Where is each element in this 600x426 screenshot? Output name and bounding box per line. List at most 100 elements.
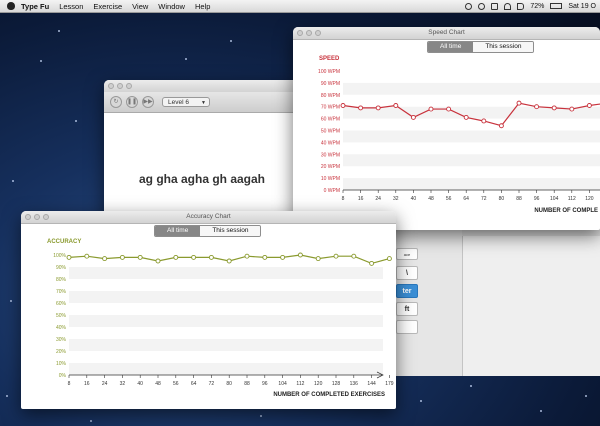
volume-status-icon[interactable] <box>517 2 525 10</box>
y-tick-label: 30% <box>56 337 67 343</box>
y-tick-label: 90 WPM <box>321 81 340 87</box>
speed-chart: 0 WPM 10 WPM 20 WPM 30 WPM 40 WPM 50 WPM 60 WP… <box>318 56 600 214</box>
y-tick-label: 20 WPM <box>321 164 340 170</box>
x-tick-label: 32 <box>393 196 399 202</box>
y-tick-label: 70 WPM <box>321 105 340 111</box>
bluetooth-status-icon[interactable] <box>491 2 499 10</box>
x-tick-label: 104 <box>550 196 559 202</box>
key-enter[interactable]: ter <box>396 284 418 298</box>
grid-band <box>343 130 600 143</box>
y-tick-label: 70% <box>56 289 67 295</box>
y-tick-label: 50 WPM <box>321 129 340 135</box>
x-tick-label: 80 <box>499 196 505 202</box>
x-tick-label: 96 <box>534 196 540 202</box>
data-point <box>358 105 364 111</box>
main-toolbar: ↻ ❚❚ ▶▶ Level 6 ▼ <box>104 92 300 113</box>
data-point <box>173 254 179 260</box>
grid-band <box>69 363 383 375</box>
key-shift[interactable]: ft <box>396 302 418 316</box>
skip-icon[interactable]: ▶▶ <box>142 96 154 108</box>
x-tick-label: 16 <box>358 196 364 202</box>
x-tick-label: 136 <box>350 381 359 387</box>
key-space[interactable]: ace <box>396 248 418 260</box>
x-tick-label: 24 <box>102 381 108 387</box>
minimize-button[interactable] <box>117 83 123 89</box>
data-point <box>66 254 72 260</box>
y-tick-label: 40% <box>56 325 67 331</box>
data-point <box>226 258 232 264</box>
x-tick-label: 40 <box>411 196 417 202</box>
menu-help[interactable]: Help <box>195 2 210 11</box>
level-select[interactable]: Level 6 ▼ <box>162 97 210 107</box>
menu-window[interactable]: Window <box>158 2 185 11</box>
data-point <box>119 254 125 260</box>
data-point <box>280 254 286 260</box>
x-tick-label: 64 <box>463 196 469 202</box>
data-point <box>208 254 214 260</box>
grid-band <box>69 267 383 279</box>
restart-icon[interactable]: ↻ <box>110 96 122 108</box>
data-point <box>498 123 504 129</box>
chart-title: SPEED <box>319 56 340 62</box>
pause-icon[interactable]: ❚❚ <box>126 96 138 108</box>
y-tick-label: 100% <box>53 253 66 259</box>
level-select-value: Level 6 <box>168 99 189 106</box>
x-tick-label: 8 <box>342 196 345 202</box>
data-point <box>569 106 575 112</box>
battery-percent[interactable]: 72% <box>530 3 544 10</box>
y-tick-label: 50% <box>56 313 67 319</box>
sync-status-icon[interactable] <box>478 2 486 10</box>
data-point <box>586 103 592 108</box>
x-tick-label: 179 <box>385 381 394 387</box>
y-tick-label: 90% <box>56 265 67 271</box>
data-point <box>375 105 381 111</box>
y-tick-label: 100 WPM <box>318 69 340 75</box>
menu-lesson[interactable]: Lesson <box>59 2 83 11</box>
x-tick-label: 16 <box>84 381 90 387</box>
data-point <box>262 254 268 260</box>
key-backslash[interactable]: \ <box>396 266 418 280</box>
close-button[interactable] <box>108 83 114 89</box>
grid-band <box>343 154 600 167</box>
data-point <box>244 253 250 259</box>
key-blank[interactable] <box>396 320 418 334</box>
menu-view[interactable]: View <box>132 2 148 11</box>
x-tick-label: 32 <box>120 381 126 387</box>
x-tick-label: 72 <box>481 196 487 202</box>
x-tick-label: 64 <box>191 381 197 387</box>
exercise-text: ag gha agha gh aagah <box>138 172 266 186</box>
data-point <box>297 252 303 258</box>
x-tick-label: 40 <box>137 381 143 387</box>
lower-panel <box>462 236 600 376</box>
data-point <box>333 253 339 259</box>
apple-menu-icon[interactable] <box>7 2 15 10</box>
data-point <box>137 254 143 260</box>
chevron-down-icon: ▼ <box>201 100 206 106</box>
grid-band <box>69 339 383 351</box>
x-axis-label: NUMBER OF COMPLE <box>534 208 598 214</box>
window-controls <box>108 83 132 89</box>
grid-band <box>343 82 600 95</box>
grid-band <box>69 291 383 303</box>
x-tick-label: 88 <box>244 381 250 387</box>
data-point <box>428 106 434 112</box>
x-tick-label: 112 <box>296 381 304 387</box>
menu-app-name[interactable]: Type Fu <box>21 2 49 11</box>
zoom-button[interactable] <box>126 83 132 89</box>
y-tick-label: 30 WPM <box>321 152 340 158</box>
data-point <box>551 105 557 111</box>
x-tick-label: 120 <box>314 381 323 387</box>
clock-status-icon[interactable] <box>465 2 473 10</box>
y-tick-label: 80% <box>56 277 67 283</box>
data-point <box>191 254 197 260</box>
menu-exercise[interactable]: Exercise <box>93 2 122 11</box>
x-tick-label: 128 <box>332 381 341 387</box>
menu-clock[interactable]: Sat 19 O <box>568 3 596 10</box>
y-tick-label: 60 WPM <box>321 117 340 123</box>
data-point <box>516 100 522 106</box>
wifi-status-icon[interactable] <box>504 2 512 10</box>
y-tick-label: 40 WPM <box>321 140 340 146</box>
data-point <box>102 256 108 262</box>
grid-band <box>343 178 600 190</box>
x-tick-label: 56 <box>173 381 179 387</box>
